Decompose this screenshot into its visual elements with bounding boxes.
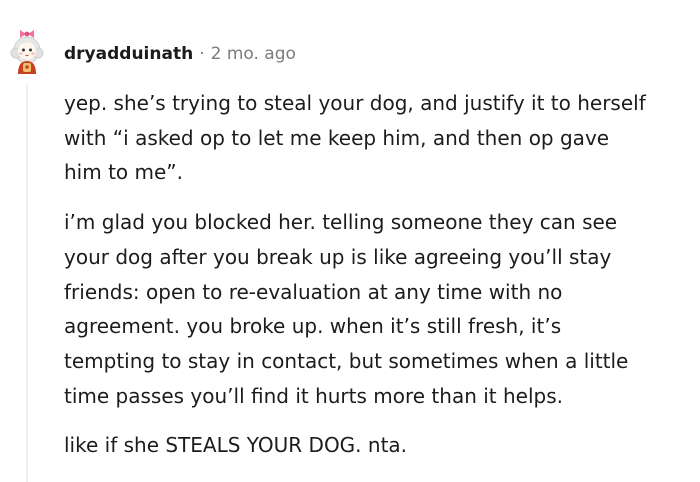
thread-line[interactable]: [26, 84, 28, 482]
username[interactable]: dryadduinath: [64, 42, 193, 66]
user-avatar-icon: [10, 30, 44, 74]
comment-body: yep. she’s trying to steal your dog, and…: [64, 86, 690, 478]
comment-paragraph: like if she STEALS YOUR DOG. nta.: [64, 433, 408, 458]
comment-paragraph: yep. she’s trying to steal your dog, and…: [64, 91, 646, 185]
comment-meta: dryadduinath · 2 mo. ago: [64, 42, 296, 66]
timestamp[interactable]: 2 mo. ago: [211, 42, 296, 66]
meta-separator: ·: [199, 44, 205, 64]
avatar[interactable]: [6, 20, 48, 80]
comment: dryadduinath · 2 mo. ago yep. she’s tryi…: [0, 0, 700, 482]
comment-paragraph: i’m glad you blocked her. telling someon…: [64, 210, 629, 408]
